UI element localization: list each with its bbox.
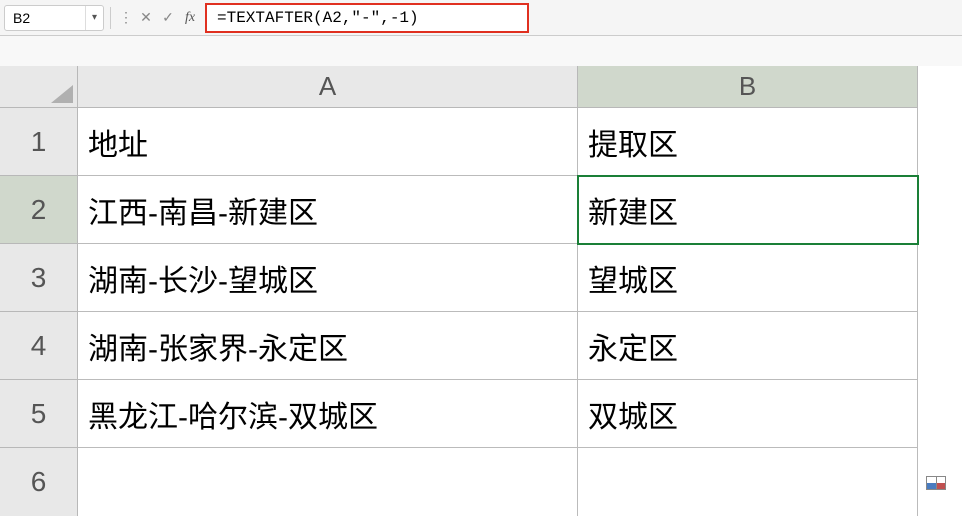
cell-A4[interactable]: 湖南-张家界-永定区 bbox=[78, 312, 578, 380]
formula-input[interactable] bbox=[207, 5, 497, 31]
cell-A5[interactable]: 黑龙江-哈尔滨-双城区 bbox=[78, 380, 578, 448]
cell-B5[interactable]: 双城区 bbox=[578, 380, 918, 448]
formula-bar: ▾ ⋮ ✕ ✓ fx bbox=[0, 0, 962, 36]
column-header-A[interactable]: A bbox=[78, 66, 578, 108]
row-header-5[interactable]: 5 bbox=[0, 380, 78, 448]
more-dots-icon[interactable]: ⋮ bbox=[117, 9, 135, 26]
cell-B1[interactable]: 提取区 bbox=[578, 108, 918, 176]
cell-B4[interactable]: 永定区 bbox=[578, 312, 918, 380]
cell-A6[interactable] bbox=[78, 448, 578, 516]
cell-A3[interactable]: 湖南-长沙-望城区 bbox=[78, 244, 578, 312]
cell-A2[interactable]: 江西-南昌-新建区 bbox=[78, 176, 578, 244]
name-box-wrap: ▾ bbox=[4, 5, 104, 31]
row-header-4[interactable]: 4 bbox=[0, 312, 78, 380]
spacer bbox=[0, 36, 962, 66]
cell-A1[interactable]: 地址 bbox=[78, 108, 578, 176]
cell-B6[interactable] bbox=[578, 448, 918, 516]
name-box[interactable] bbox=[5, 6, 85, 30]
column-header-B[interactable]: B bbox=[578, 66, 918, 108]
divider bbox=[110, 7, 111, 29]
row-header-3[interactable]: 3 bbox=[0, 244, 78, 312]
cancel-formula-button[interactable]: ✕ bbox=[135, 7, 157, 29]
row-header-2[interactable]: 2 bbox=[0, 176, 78, 244]
confirm-formula-button[interactable]: ✓ bbox=[157, 7, 179, 29]
cell-B3[interactable]: 望城区 bbox=[578, 244, 918, 312]
formula-input-highlight bbox=[205, 3, 529, 33]
spreadsheet-grid: A B 1 地址 提取区 2 江西-南昌-新建区 新建区 3 湖南-长沙-望城区… bbox=[0, 66, 962, 516]
cell-B2[interactable]: 新建区 bbox=[578, 176, 918, 244]
quick-analysis-icon[interactable] bbox=[926, 476, 946, 490]
insert-function-button[interactable]: fx bbox=[179, 7, 201, 29]
row-header-1[interactable]: 1 bbox=[0, 108, 78, 176]
name-box-dropdown-icon[interactable]: ▾ bbox=[85, 6, 103, 30]
row-header-6[interactable]: 6 bbox=[0, 448, 78, 516]
select-all-corner[interactable] bbox=[0, 66, 78, 108]
